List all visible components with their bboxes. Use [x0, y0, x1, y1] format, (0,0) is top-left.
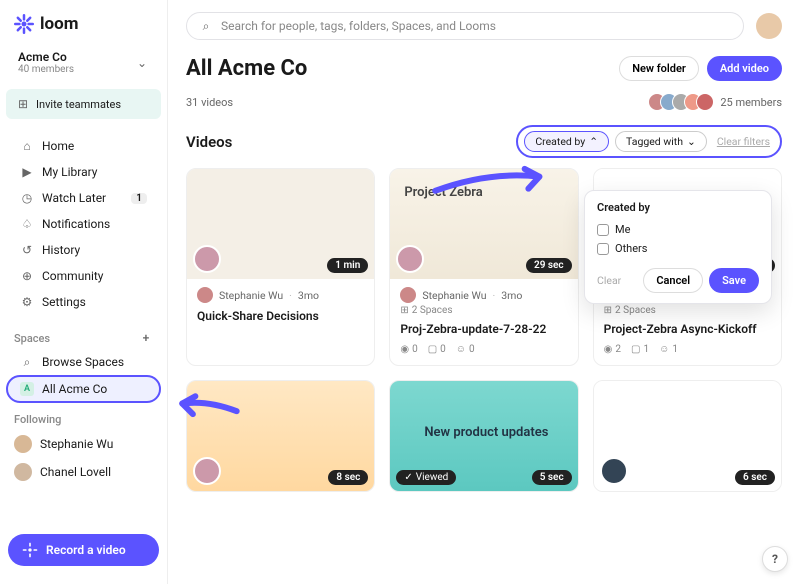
chevron-up-icon: ⌃	[589, 135, 598, 148]
popover-title: Created by	[597, 201, 759, 214]
video-title: Project-Zebra Async-Kickoff	[604, 322, 771, 336]
video-spaces: ⊞2 Spaces	[604, 305, 771, 316]
duration-badge: 29 sec	[526, 258, 572, 273]
presenter-bubble	[600, 457, 628, 485]
chevron-down-icon: ⌄	[135, 56, 149, 70]
home-icon: ⌂	[20, 139, 34, 153]
loom-icon	[14, 14, 34, 34]
video-card[interactable]: 1 min Stephanie Wu·3mo Quick-Share Decis…	[186, 168, 375, 366]
page-header: All Acme Co New folder Add video	[168, 52, 800, 89]
presenter-bubble	[396, 245, 424, 273]
checkbox-icon	[597, 224, 609, 236]
nav-watch-later[interactable]: ◷Watch Later1	[6, 185, 161, 211]
page-title: All Acme Co	[186, 56, 307, 81]
nav-library[interactable]: ▶My Library	[6, 159, 161, 185]
comment-icon: ▢	[631, 344, 640, 355]
comment-icon: ▢	[428, 344, 437, 355]
globe-icon: ⊕	[20, 269, 34, 283]
popover-cancel[interactable]: Cancel	[643, 268, 703, 293]
spaces-icon: ⊞	[604, 305, 612, 316]
user-avatar[interactable]	[756, 13, 782, 39]
duration-badge: 8 sec	[328, 470, 368, 485]
clear-filters[interactable]: Clear filters	[717, 135, 770, 148]
main-nav: ⌂Home ▶My Library ◷Watch Later1 ♤Notific…	[0, 127, 167, 321]
add-space-icon[interactable]: +	[139, 331, 153, 345]
video-author: Stephanie Wu·3mo	[197, 287, 364, 303]
following-header: Following	[0, 403, 167, 430]
nav-notifications[interactable]: ♤Notifications	[6, 211, 161, 237]
eye-icon: ◉	[400, 344, 409, 355]
browse-spaces[interactable]: ⌕Browse Spaces	[6, 349, 161, 375]
new-folder-button[interactable]: New folder	[619, 56, 699, 81]
video-author: Stephanie Wu·3mo	[400, 287, 567, 303]
duration-badge: 5 sec	[532, 470, 572, 485]
page-meta: 31 videos 25 members	[168, 89, 800, 121]
presenter-bubble	[193, 245, 221, 273]
help-button[interactable]: ?	[762, 546, 788, 572]
spaces-header: Spaces +	[0, 321, 167, 349]
loom-icon	[22, 542, 38, 558]
filter-option-others[interactable]: Others	[597, 239, 759, 258]
logo[interactable]: loom	[0, 10, 167, 44]
workspace-selector[interactable]: Acme Co 40 members ⌄	[6, 44, 161, 81]
following-user-2[interactable]: Chanel Lovell	[0, 458, 167, 486]
video-title: Proj-Zebra-update-7-28-22	[400, 322, 567, 336]
emoji-icon: ☺	[456, 344, 466, 355]
video-thumbnail: 6 sec	[594, 381, 781, 491]
invite-teammates[interactable]: ⊞ Invite teammates	[6, 89, 161, 119]
emoji-icon: ☺	[659, 344, 669, 355]
members-summary[interactable]: 25 members	[648, 93, 782, 111]
filter-created-by[interactable]: Created by⌃	[524, 131, 609, 152]
video-card[interactable]: New product updates ✓ Viewed 5 sec	[389, 380, 578, 492]
filter-option-me[interactable]: Me	[597, 220, 759, 239]
space-badge-icon: A	[20, 382, 34, 396]
search-input[interactable]: ⌕ Search for people, tags, folders, Spac…	[186, 12, 744, 40]
nav-history[interactable]: ↺History	[6, 237, 161, 263]
duration-badge: 1 min	[327, 258, 368, 273]
add-video-button[interactable]: Add video	[707, 56, 782, 81]
space-all-acme[interactable]: AAll Acme Co	[6, 375, 161, 403]
record-video-button[interactable]: Record a video	[8, 534, 159, 566]
chevron-down-icon: ⌄	[687, 135, 696, 148]
history-icon: ↺	[20, 243, 34, 257]
search-icon: ⌕	[20, 355, 34, 369]
video-stats: ◉2 ▢1 ☺1	[604, 344, 771, 355]
video-title: Quick-Share Decisions	[197, 309, 364, 323]
video-thumbnail: 1 min	[187, 169, 374, 279]
spaces-icon: ⊞	[400, 305, 408, 316]
filter-group: Created by⌃ Tagged with⌄ Clear filters	[516, 125, 782, 158]
gift-icon: ⊞	[16, 97, 30, 111]
clock-icon: ◷	[20, 191, 34, 205]
avatar	[14, 463, 32, 481]
popover-clear[interactable]: Clear	[597, 274, 621, 287]
watch-later-badge: 1	[131, 193, 147, 204]
avatar-stack	[648, 93, 714, 111]
nav-community[interactable]: ⊕Community	[6, 263, 161, 289]
checkbox-icon	[597, 243, 609, 255]
topbar: ⌕ Search for people, tags, folders, Spac…	[168, 0, 800, 52]
video-card[interactable]: 6 sec	[593, 380, 782, 492]
filter-tagged-with[interactable]: Tagged with⌄	[615, 131, 707, 152]
presenter-bubble	[193, 457, 221, 485]
popover-save[interactable]: Save	[709, 268, 759, 293]
video-stats: ◉0 ▢0 ☺0	[400, 344, 567, 355]
viewed-badge: ✓ Viewed	[396, 470, 456, 485]
library-icon: ▶	[20, 165, 34, 179]
videos-heading: Videos	[186, 133, 232, 151]
video-count: 31 videos	[186, 96, 233, 109]
sidebar: loom Acme Co 40 members ⌄ ⊞ Invite teamm…	[0, 0, 168, 584]
bell-icon: ♤	[20, 217, 34, 231]
created-by-popover: Created by Me Others Clear Cancel Save	[584, 190, 772, 304]
video-thumbnail: New product updates ✓ Viewed 5 sec	[390, 381, 577, 491]
search-icon: ⌕	[199, 19, 213, 33]
eye-icon: ◉	[604, 344, 613, 355]
videos-section-header: Videos Created by⌃ Tagged with⌄ Clear fi…	[168, 121, 800, 168]
nav-home[interactable]: ⌂Home	[6, 133, 161, 159]
duration-badge: 6 sec	[735, 470, 775, 485]
avatar	[14, 435, 32, 453]
following-user-1[interactable]: Stephanie Wu	[0, 430, 167, 458]
video-spaces: ⊞2 Spaces	[400, 305, 567, 316]
gear-icon: ⚙	[20, 295, 34, 309]
nav-settings[interactable]: ⚙Settings	[6, 289, 161, 315]
